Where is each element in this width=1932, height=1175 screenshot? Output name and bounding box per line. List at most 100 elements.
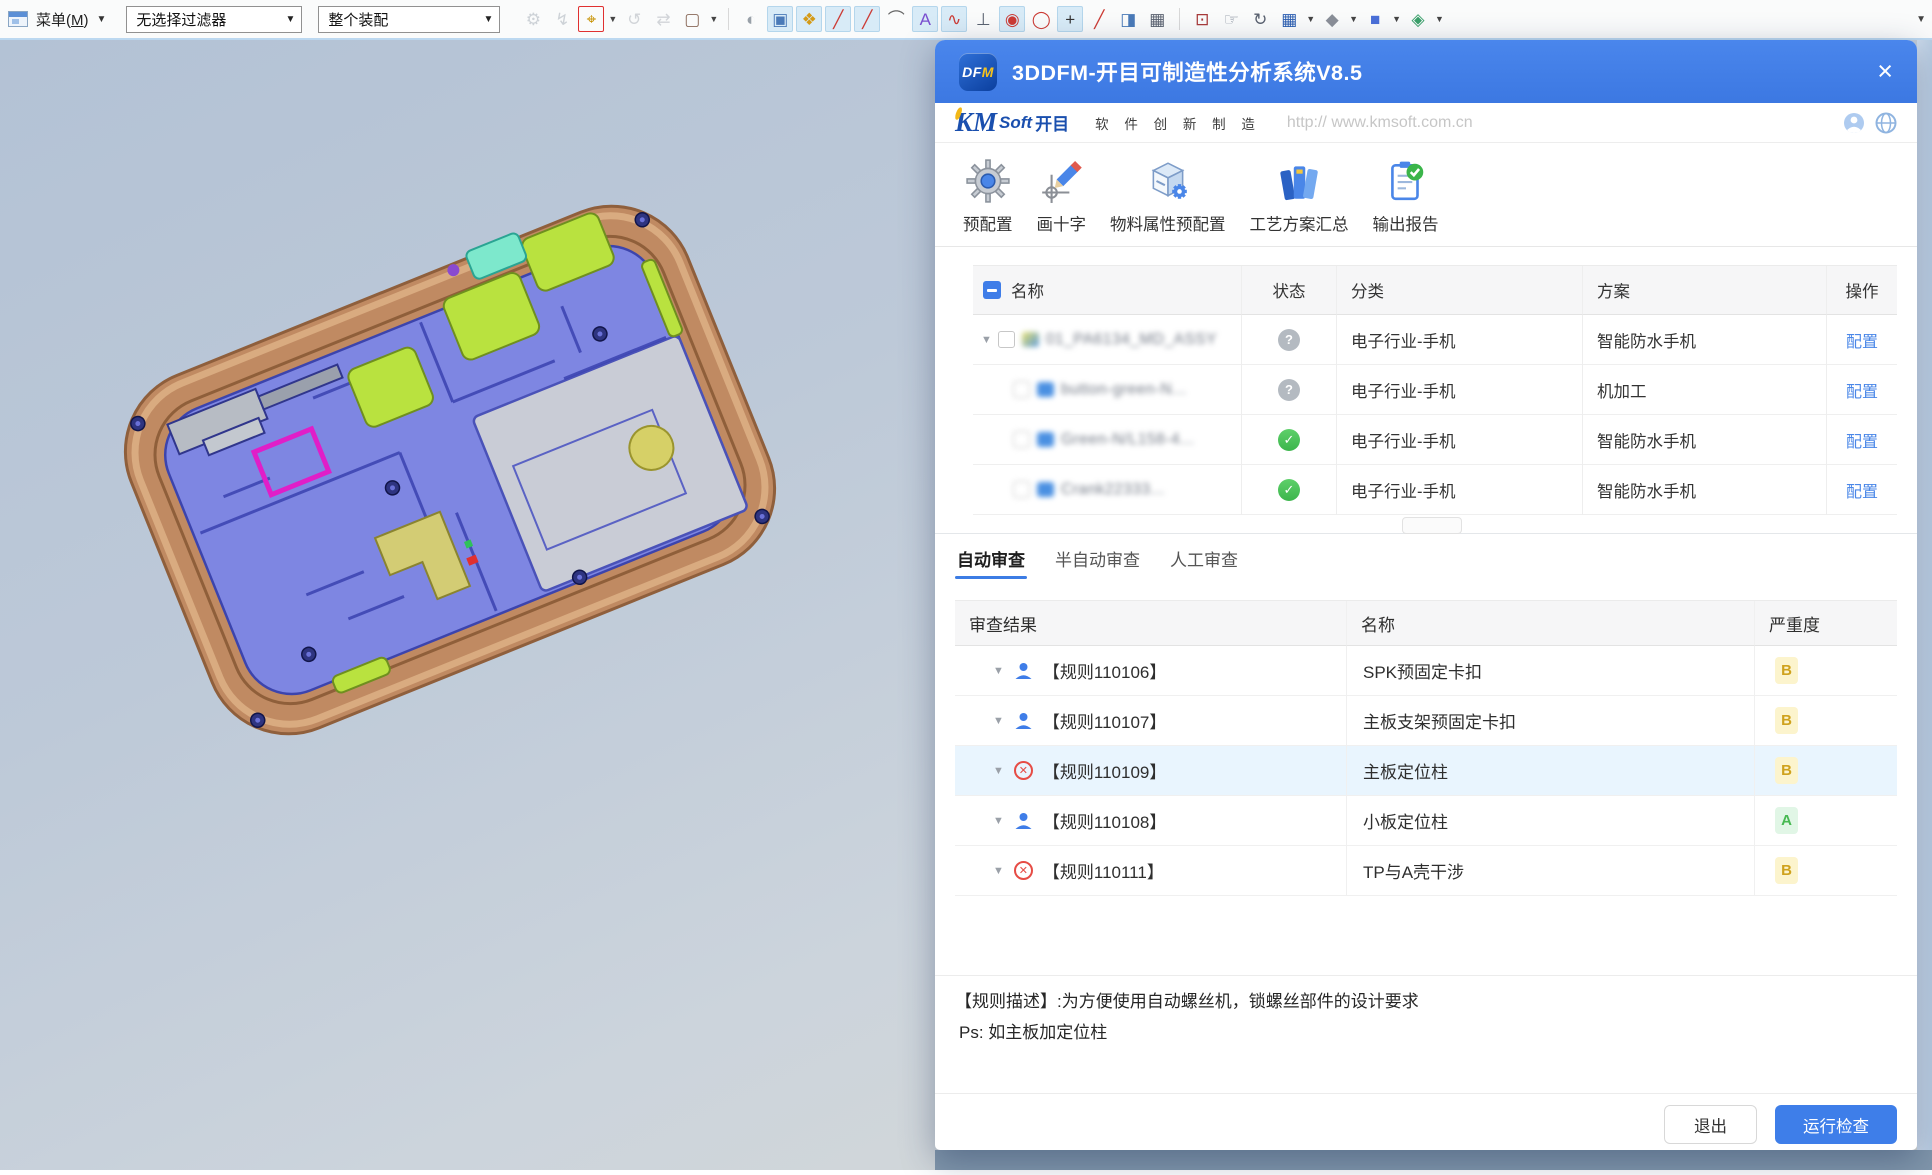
ellipse-icon[interactable]: ◯ [1028,6,1054,32]
rule-id[interactable]: 【规则110109】 [1043,758,1166,783]
kmsoft-logo-cn: 开目 [1035,110,1069,135]
sphere-tool-icon[interactable]: ◐ [738,6,764,32]
row-checkbox[interactable] [1013,431,1030,448]
brand-url: http:// www.kmsoft.com.cn [1287,114,1473,132]
solid-cube-icon[interactable]: ■ [1362,6,1388,32]
expand-arrow-icon[interactable]: ▼ [993,765,1004,777]
draw-cross-label: 画十字 [1037,211,1087,235]
circle-center-icon[interactable]: ◉ [999,6,1025,32]
toolbar-separator [728,8,729,30]
configure-link[interactable]: 配置 [1827,478,1897,502]
text-curve-icon[interactable]: A [912,6,938,32]
col-status: 状态 [1242,266,1337,315]
output-report-label: 输出报告 [1373,211,1439,235]
preconfig-button[interactable]: 预配置 [963,158,1013,235]
expand-arrow-icon[interactable]: ▼ [993,715,1004,727]
process-summary-button[interactable]: 工艺方案汇总 [1250,158,1349,235]
expand-arrow-icon[interactable]: ▼ [993,665,1004,677]
toolbar-icon-row: ⚙↯⌖▼↺⇄▢▼◐▣❖╱╱⌒A∿⊥◉◯+╱◨▦⊡☞↻▦▼◆▼■▼◈▼ [520,6,1445,32]
snap-point-filter-icon[interactable]: ⌖ [578,6,604,32]
tab-semiauto-review[interactable]: 半自动审查 [1053,537,1142,580]
menu-button[interactable]: 菜单(M) [36,9,89,30]
solid-cube-icon-caret[interactable]: ▼ [1392,14,1401,24]
row-checkbox[interactable] [1013,481,1030,498]
tab-manual-review[interactable]: 人工审查 [1168,537,1240,580]
configure-link[interactable]: 配置 [1827,328,1897,352]
tab-auto-review[interactable]: 自动审查 [955,537,1027,580]
toolbar-overflow-caret-icon[interactable]: ▼ [1916,14,1926,25]
draw-cross-button[interactable]: 画十字 [1037,158,1087,235]
assembly-name: 01_PA6134_MD_ASSY [1046,331,1217,349]
datum-axis-icon[interactable]: ⊥ [970,6,996,32]
exit-button[interactable]: 退出 [1664,1105,1757,1144]
window-layout-icon-caret[interactable]: ▼ [1306,14,1315,24]
part-name: Crank22333... [1061,481,1165,499]
zoom-window-icon[interactable]: ⊡ [1189,6,1215,32]
marquee-select-icon[interactable]: ▢ [679,6,705,32]
expand-arrow-icon[interactable]: ▼ [993,865,1004,877]
render-style-icon[interactable]: ◆ [1319,6,1345,32]
point-plus-icon[interactable]: + [1057,6,1083,32]
analysis-shapes-icon-caret[interactable]: ▼ [1435,14,1444,24]
rule-id[interactable]: 【规则110106】 [1043,658,1166,683]
cube-view-icon[interactable]: ▣ [767,6,793,32]
status-unknown-icon: ? [1278,329,1300,351]
window-layout-icon[interactable]: ▦ [1276,6,1302,32]
close-icon[interactable]: × [1877,58,1893,85]
assembly-table: 名称 状态 分类 方案 操作 ▼01_PA6134_MD_ASSY ? 电子行业… [973,265,1897,515]
rule-name: 主板支架预固定卡扣 [1347,696,1755,746]
analysis-shapes-icon[interactable]: ◈ [1405,6,1431,32]
selection-filter-caret-icon: ▼ [286,14,296,25]
rule-id[interactable]: 【规则110111】 [1043,858,1164,883]
menu-caret-icon[interactable]: ▼ [97,14,107,25]
move-component-icon[interactable]: ⇄ [650,6,676,32]
profile-line-icon[interactable]: ╱ [825,6,851,32]
run-check-button[interactable]: 运行检查 [1775,1105,1897,1144]
face-tool-icon[interactable]: ◨ [1115,6,1141,32]
component-wrench-icon[interactable]: ↯ [549,6,575,32]
rule-description: 【规则描述】:为方便使用自动螺丝机，锁螺丝部件的设计要求 Ps: 如主板加定位柱 [935,975,1917,1048]
collapse-handle[interactable] [1402,517,1462,534]
review-tabs: 自动审查 半自动审查 人工审查 [955,537,1240,580]
row-checkbox[interactable] [1013,381,1030,398]
select-all-checkbox[interactable] [983,281,1001,299]
configure-link[interactable]: 配置 [1827,428,1897,452]
reorient-icon[interactable]: ↺ [621,6,647,32]
rule-id[interactable]: 【规则110108】 [1043,808,1166,833]
line-tool-icon[interactable]: ╱ [854,6,880,32]
marquee-select-icon-caret[interactable]: ▼ [709,14,718,24]
select-region-icon[interactable]: ☞ [1218,6,1244,32]
gear-icon [965,158,1011,204]
output-report-button[interactable]: 输出报告 [1373,158,1439,235]
assembly-node-icon [1022,332,1039,347]
user-account-icon[interactable] [1843,112,1865,134]
rule-name: 小板定位柱 [1347,796,1755,846]
pattern-move-icon[interactable]: ❖ [796,6,822,32]
rule-row: ▼ ✕ 【规则110108】 小板定位柱 A [955,796,1897,846]
selection-scope-dropdown[interactable]: 整个装配 ▼ [318,6,500,33]
assembly-gears-icon[interactable]: ⚙ [520,6,546,32]
selection-filter-dropdown[interactable]: 无选择过滤器 ▼ [126,6,302,33]
col-plan: 方案 [1583,266,1827,315]
error-icon: ✕ [1014,861,1033,880]
material-preconfig-button[interactable]: 物料属性预配置 [1110,158,1226,235]
render-style-icon-caret[interactable]: ▼ [1349,14,1358,24]
material-preconfig-label: 物料属性预配置 [1110,211,1226,235]
refresh-fit-icon[interactable]: ↻ [1247,6,1273,32]
plan-cell: 智能防水手机 [1583,415,1827,465]
expand-arrow-icon[interactable]: ▼ [993,815,1004,827]
studio-spline-icon[interactable]: ∿ [941,6,967,32]
col-category: 分类 [1337,266,1583,315]
row-checkbox[interactable] [998,331,1015,348]
expand-arrow-icon[interactable]: ▼ [981,334,992,346]
arc-hook-icon[interactable]: ⌒ [883,6,909,32]
configure-link[interactable]: 配置 [1827,378,1897,402]
mesh-grid-icon[interactable]: ▦ [1144,6,1170,32]
brand-bar: KM Soft 开目 软 件 创 新 制 造 http:// www.kmsof… [935,103,1917,143]
help-globe-icon[interactable] [1875,112,1897,134]
category-cell: 电子行业-手机 [1337,465,1583,515]
snap-point-filter-icon-caret[interactable]: ▼ [608,14,617,24]
rule-id[interactable]: 【规则110107】 [1043,708,1166,733]
col-rule-name: 名称 [1347,601,1755,646]
sketch-line-icon[interactable]: ╱ [1086,6,1112,32]
